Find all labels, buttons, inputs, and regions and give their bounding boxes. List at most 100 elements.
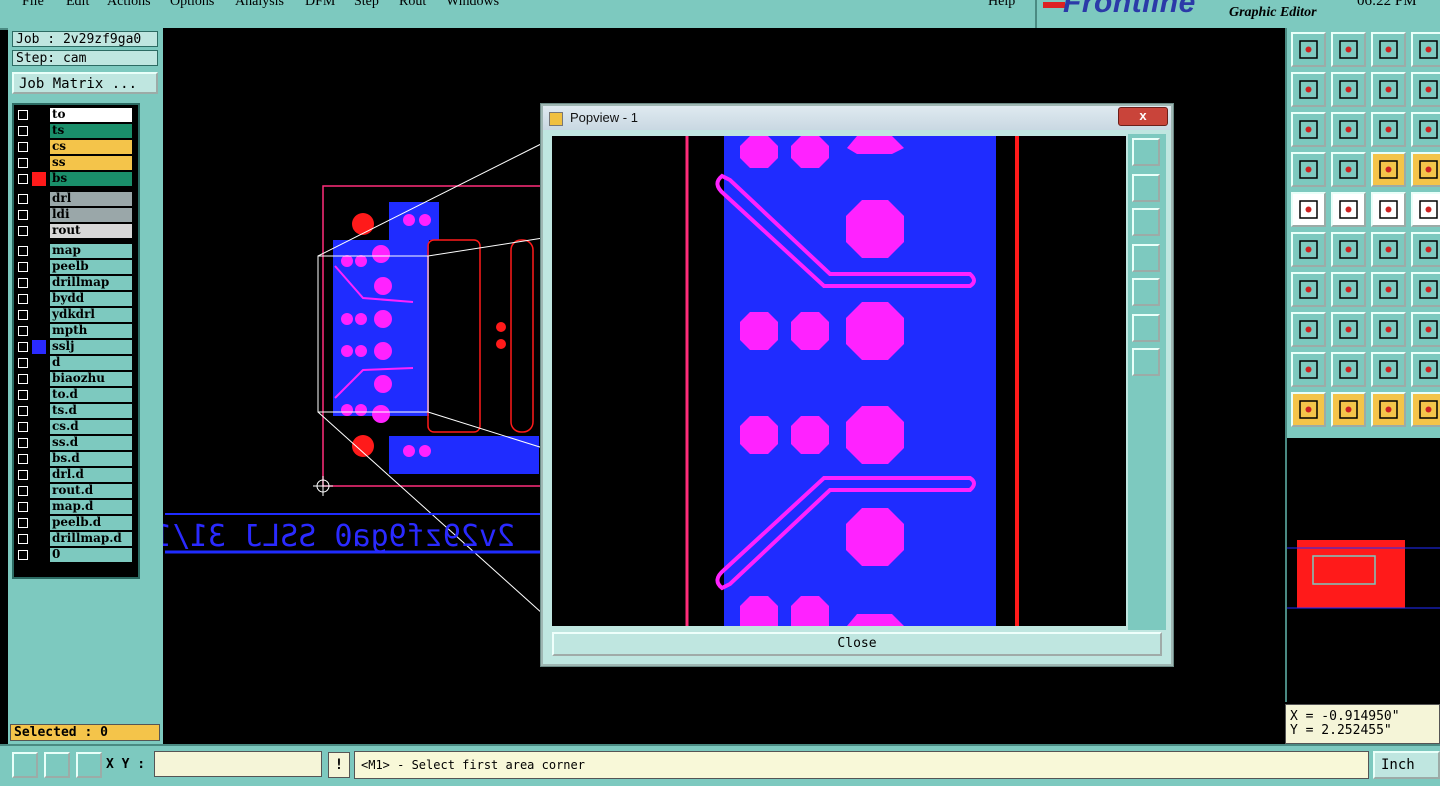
layer-checkbox[interactable]	[18, 470, 28, 480]
layer-checkbox[interactable]	[18, 310, 28, 320]
angle-icon[interactable]	[44, 752, 70, 778]
pan-up-button[interactable]	[1132, 174, 1160, 202]
layer-checkbox[interactable]	[18, 210, 28, 220]
warning-button[interactable]: !	[328, 752, 350, 778]
cross-icon[interactable]	[1331, 232, 1366, 267]
layer-name[interactable]: map	[50, 244, 132, 258]
zoom-in-button[interactable]	[1132, 348, 1160, 376]
menu-analysis[interactable]: Analysis	[235, 0, 284, 10]
pad-icon[interactable]	[1291, 192, 1326, 227]
layer-row-ts[interactable]: ts	[16, 124, 134, 138]
layer-color-swatch[interactable]	[32, 388, 46, 402]
layer-color-swatch[interactable]	[32, 436, 46, 450]
text-icon[interactable]	[1411, 272, 1440, 307]
layer-row-bs[interactable]: bs	[16, 172, 134, 186]
layer-row-map[interactable]: map	[16, 244, 134, 258]
swap-icon[interactable]	[1371, 72, 1406, 107]
menu-edit[interactable]: Edit	[66, 0, 89, 10]
layer-row-peelb-d[interactable]: peelb.d	[16, 516, 134, 530]
layer-checkbox[interactable]	[18, 534, 28, 544]
layer-checkbox[interactable]	[18, 390, 28, 400]
layer-name[interactable]: ts.d	[50, 404, 132, 418]
layer-name[interactable]: drillmap.d	[50, 532, 132, 546]
layer-name[interactable]: d	[50, 356, 132, 370]
layer-checkbox[interactable]	[18, 278, 28, 288]
help-icon[interactable]	[1411, 112, 1440, 147]
layer-checkbox[interactable]	[18, 550, 28, 560]
layer-name[interactable]: to	[50, 108, 132, 122]
layer-name[interactable]: map.d	[50, 500, 132, 514]
layer-color-swatch[interactable]	[32, 208, 46, 222]
window-icon[interactable]	[1411, 32, 1440, 67]
menu-help[interactable]: Help	[988, 0, 1015, 10]
node-icon[interactable]	[1291, 312, 1326, 347]
layer-color-swatch[interactable]	[32, 276, 46, 290]
layer-checkbox[interactable]	[18, 342, 28, 352]
triangle-arc-icon[interactable]	[1371, 352, 1406, 387]
zoom-out-button[interactable]	[1132, 314, 1160, 342]
pan-right-button[interactable]	[1132, 278, 1160, 306]
layer-color-swatch[interactable]	[32, 108, 46, 122]
layer-name[interactable]: 0	[50, 548, 132, 562]
layer-color-swatch[interactable]	[32, 244, 46, 258]
layer-name[interactable]: cs	[50, 140, 132, 154]
layer-row-mpth[interactable]: mpth	[16, 324, 134, 338]
layer-checkbox[interactable]	[18, 246, 28, 256]
layer-checkbox[interactable]	[18, 502, 28, 512]
layer-checkbox[interactable]	[18, 326, 28, 336]
layer-color-swatch[interactable]	[32, 172, 46, 186]
layer-checkbox[interactable]	[18, 262, 28, 272]
triangle-icon[interactable]	[1291, 352, 1326, 387]
layer-name[interactable]: bydd	[50, 292, 132, 306]
layer-name[interactable]: mpth	[50, 324, 132, 338]
layer-name[interactable]: drl	[50, 192, 132, 206]
zoom-fit-button[interactable]	[1132, 138, 1160, 166]
layer-name[interactable]: drl.d	[50, 468, 132, 482]
line-icon[interactable]	[1331, 192, 1366, 227]
zoom-center-icon[interactable]	[1331, 112, 1366, 147]
menu-step[interactable]: Step	[354, 0, 379, 10]
layer-checkbox[interactable]	[18, 454, 28, 464]
layer-color-swatch[interactable]	[32, 500, 46, 514]
grid-icon[interactable]	[1331, 152, 1366, 187]
layer-color-swatch[interactable]	[32, 372, 46, 386]
pan-down-icon[interactable]	[1331, 32, 1366, 67]
layer-checkbox[interactable]	[18, 422, 28, 432]
layer-color-swatch[interactable]	[32, 124, 46, 138]
layer-color-swatch[interactable]	[32, 452, 46, 466]
layer-row-rout-d[interactable]: rout.d	[16, 484, 134, 498]
menu-actions[interactable]: Actions	[107, 0, 151, 10]
layer-row-d[interactable]: d	[16, 356, 134, 370]
layer-name[interactable]: ydkdrl	[50, 308, 132, 322]
pan-down-button[interactable]	[1132, 208, 1160, 236]
layer-name[interactable]: ss	[50, 156, 132, 170]
layer-color-swatch[interactable]	[32, 356, 46, 370]
layer-color-swatch[interactable]	[32, 548, 46, 562]
layer-row-sslj[interactable]: sslj	[16, 340, 134, 354]
layer-row-ldi[interactable]: ldi	[16, 208, 134, 222]
minus-icon[interactable]	[1331, 312, 1366, 347]
select-box-icon[interactable]	[1331, 392, 1366, 427]
layer-name[interactable]: ss.d	[50, 436, 132, 450]
select-icon[interactable]	[1291, 392, 1326, 427]
layer-color-swatch[interactable]	[32, 324, 46, 338]
overview-panel[interactable]	[1285, 438, 1440, 702]
layer-row-bs-d[interactable]: bs.d	[16, 452, 134, 466]
layer-color-swatch[interactable]	[32, 292, 46, 306]
layer-row-to-d[interactable]: to.d	[16, 388, 134, 402]
layer-checkbox[interactable]	[18, 142, 28, 152]
unit-select[interactable]: Inch	[1373, 751, 1440, 779]
layer-checkbox[interactable]	[18, 174, 28, 184]
layer-row-to[interactable]: to	[16, 108, 134, 122]
layer-name[interactable]: ts	[50, 124, 132, 138]
popview-titlebar[interactable]: Popview - 1 x	[543, 106, 1171, 130]
scale-icon[interactable]	[1371, 112, 1406, 147]
layer-row-ss[interactable]: ss	[16, 156, 134, 170]
layer-checkbox[interactable]	[18, 406, 28, 416]
layer-name[interactable]: to.d	[50, 388, 132, 402]
select-circle-icon[interactable]	[1371, 392, 1406, 427]
layer-color-swatch[interactable]	[32, 260, 46, 274]
netlist-alt-icon[interactable]	[1411, 152, 1440, 187]
zoom-fit-icon[interactable]	[1291, 112, 1326, 147]
triangle-select-icon[interactable]	[1411, 352, 1440, 387]
